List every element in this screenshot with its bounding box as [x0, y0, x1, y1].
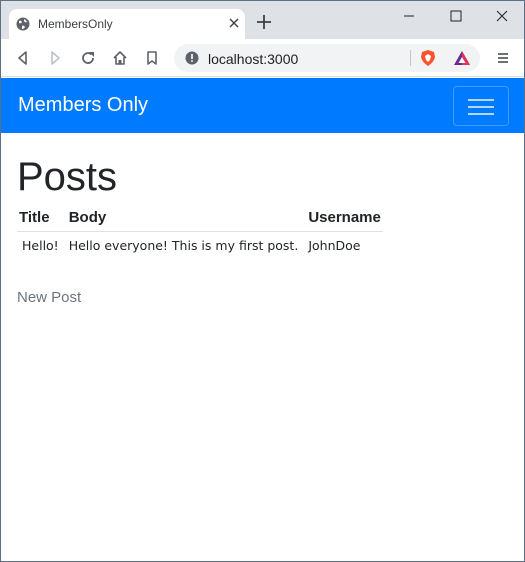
reload-icon[interactable]: [78, 48, 98, 68]
post-username-cell: JohnDoe: [308, 238, 361, 253]
page-title: Posts: [17, 155, 118, 199]
browser-toolbar: [1, 39, 524, 77]
site-info-icon[interactable]: [185, 51, 199, 65]
back-icon[interactable]: [13, 48, 33, 68]
window-close-icon[interactable]: [487, 5, 517, 27]
browser-menu-icon[interactable]: [493, 48, 513, 68]
column-header-body: Body: [63, 206, 304, 232]
navbar-brand-link[interactable]: Members Only: [18, 94, 148, 117]
minimize-icon[interactable]: [394, 5, 424, 27]
column-header-username: Username: [303, 206, 383, 232]
maximize-icon[interactable]: [441, 5, 471, 27]
brave-rewards-icon[interactable]: [453, 49, 471, 67]
tab-strip: MembersOnly: [1, 1, 524, 39]
globe-icon: [16, 17, 30, 31]
tab-close-icon[interactable]: [227, 16, 241, 30]
new-post-link[interactable]: New Post: [17, 289, 81, 306]
browser-tab[interactable]: MembersOnly: [9, 9, 245, 39]
home-icon[interactable]: [110, 48, 130, 68]
hamburger-line: [468, 113, 494, 115]
table-header-row: Title Body Username: [17, 206, 383, 232]
tab-title: MembersOnly: [38, 17, 113, 31]
omnibox-divider: [410, 50, 411, 66]
posts-table: Title Body Username Hello! Hello everyon…: [17, 206, 383, 257]
table-row: Hello! Hello everyone! This is my first …: [17, 232, 383, 258]
forward-icon[interactable]: [45, 48, 65, 68]
page-content: Members Only Posts Title Body Username H…: [1, 78, 524, 561]
bookmark-icon[interactable]: [142, 48, 162, 68]
hamburger-line: [468, 106, 494, 108]
url-input[interactable]: [208, 51, 408, 67]
new-tab-icon[interactable]: [255, 13, 273, 31]
site-navbar: Members Only: [1, 78, 524, 133]
hamburger-line: [468, 99, 494, 101]
navbar-toggler-button[interactable]: [453, 86, 509, 126]
browser-window: MembersOnly localhost:3000 Members Only …: [0, 0, 525, 562]
brave-shields-icon[interactable]: [419, 49, 437, 67]
post-title-cell: Hello!: [22, 238, 59, 253]
post-body-cell: Hello everyone! This is my first post.: [68, 238, 299, 253]
address-bar[interactable]: [174, 44, 480, 72]
column-header-title: Title: [17, 206, 64, 232]
